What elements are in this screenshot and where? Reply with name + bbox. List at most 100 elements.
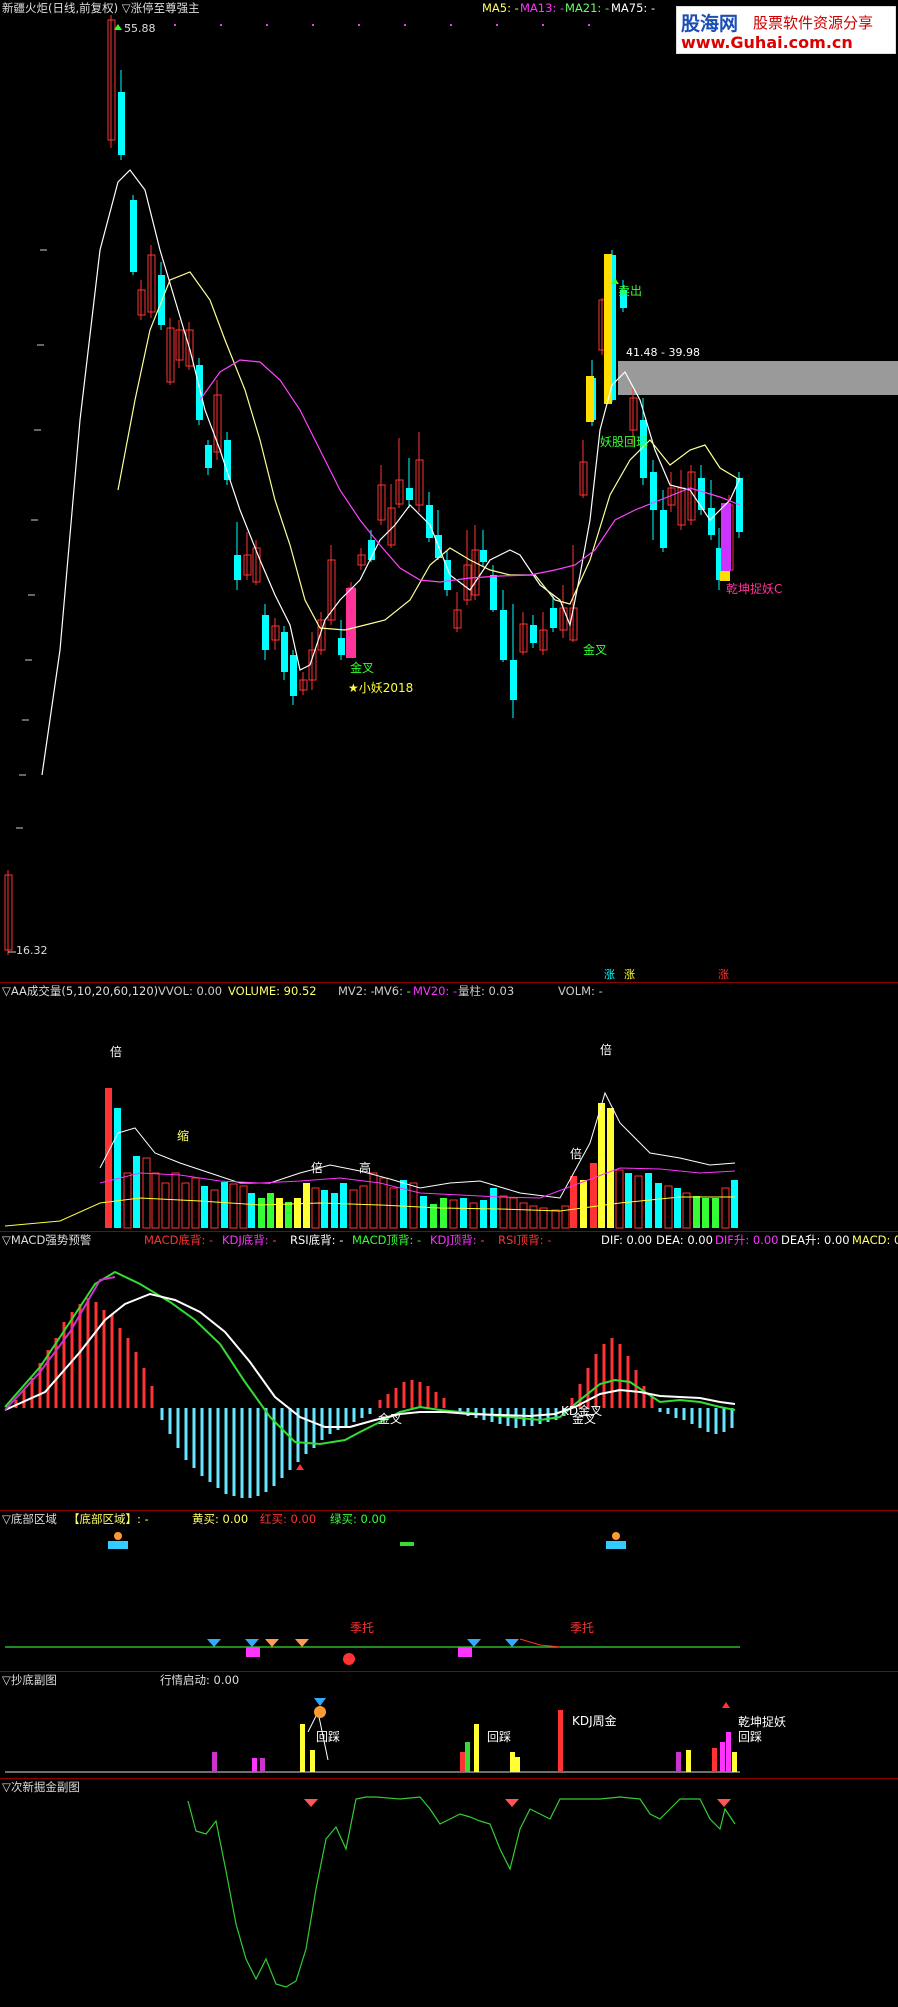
top-marker xyxy=(266,24,268,26)
sell-signal: 卖出 xyxy=(618,284,643,298)
candle-body-down xyxy=(500,610,507,660)
cixin-panel[interactable]: ▽次新掘金副图 xyxy=(0,1778,898,2007)
bottom-signal-2-head xyxy=(612,1532,620,1540)
huicai-label-3: 回踩 xyxy=(738,1730,763,1744)
volume-bar-up xyxy=(499,1195,508,1229)
volume-bar-up xyxy=(519,1202,528,1229)
volume-bar xyxy=(731,1180,738,1228)
macd-top-div-label: MACD顶背: - xyxy=(352,1233,422,1247)
volume-value-label: VOLUME: 90.52 xyxy=(228,984,317,998)
diamond-icon xyxy=(295,1639,309,1647)
kdj-top-div-label: KDJ顶背: - xyxy=(430,1233,485,1247)
bottom-zone-panel[interactable]: ▽底部区域 【底部区域】: - 黄买: 0.00 红买: 0.00 绿买: 0.… xyxy=(0,1510,898,1672)
mv20-label: MV20: - xyxy=(413,984,458,998)
volume-bar xyxy=(267,1193,274,1228)
volume-bar-up xyxy=(369,1172,378,1229)
volume-bar xyxy=(321,1190,328,1228)
huicai-label-1: 回踩 xyxy=(316,1730,341,1744)
highlight-candle-yellow-1 xyxy=(586,376,594,422)
chaodi-title: ▽抄底副图 xyxy=(2,1673,57,1687)
volume-bar xyxy=(340,1183,347,1228)
volume-bar-up xyxy=(469,1202,478,1229)
volume-bar xyxy=(400,1180,407,1228)
volume-bar-up xyxy=(210,1189,219,1229)
top-marker xyxy=(174,24,176,26)
top-marker xyxy=(542,24,544,26)
cixin-diamond-icon xyxy=(304,1799,318,1807)
volume-bar-up xyxy=(311,1187,320,1229)
main-chart-panel[interactable]: 新疆火炬(日线,前复权) ▽涨停至尊强主 MA5: - MA13: - MA21… xyxy=(0,0,898,982)
macd-chart[interactable] xyxy=(0,1232,898,1511)
chaodi-panel[interactable]: ▽抄底副图 行情启动: 0.00 回踩 回踩 KDJ周金 乾坤捉妖 回踩 xyxy=(0,1671,898,1779)
high-price-label: 55.88 xyxy=(124,22,156,35)
golden-cross-label-1: 金叉 xyxy=(350,661,375,675)
chaodi-bar xyxy=(676,1752,681,1772)
cixin-line xyxy=(187,1796,736,1988)
golden-cross-label-2: 金叉 xyxy=(583,643,608,657)
candle-body-down xyxy=(510,660,517,700)
macd-dif-green xyxy=(4,1270,736,1446)
volume-bar xyxy=(114,1108,121,1228)
volume-bar-up xyxy=(239,1185,248,1229)
macd-panel[interactable]: ▽MACD强势预警 MACD底背: - KDJ底背: - RSI底背: - MA… xyxy=(0,1231,898,1511)
volume-bar xyxy=(693,1196,700,1228)
candle-body-down xyxy=(338,638,345,655)
volume-bar xyxy=(598,1103,605,1228)
watermark-slogan: 股票软件资源分享 xyxy=(753,14,874,32)
rsi-bottom-div-label: RSI底背: - xyxy=(290,1233,344,1247)
volume-bar-up xyxy=(449,1199,458,1229)
volume-bar-up xyxy=(229,1183,238,1229)
chaodi-bar xyxy=(260,1758,265,1772)
volume-bar-up xyxy=(379,1177,388,1229)
bottom-zone-chart[interactable] xyxy=(0,1511,898,1672)
volume-bar-up xyxy=(349,1189,358,1229)
volume-chart[interactable] xyxy=(0,983,898,1232)
dea-up-label: DEA升: 0.00 xyxy=(781,1233,850,1247)
macd-title: ▽MACD强势预警 xyxy=(2,1233,92,1247)
volume-bar xyxy=(285,1202,292,1228)
cixin-diamond-icon xyxy=(505,1799,519,1807)
volume-bar-up xyxy=(359,1185,368,1229)
volume-bar xyxy=(490,1188,497,1228)
chaodi-bar xyxy=(212,1752,217,1772)
yellow-buy-label: 黄买: 0.00 xyxy=(192,1512,249,1526)
mv2-label: MV2: - xyxy=(338,984,375,998)
candle-body-down xyxy=(650,472,657,510)
vol-mark-bei-4: 倍 xyxy=(570,1147,583,1161)
diamond-icon xyxy=(207,1639,221,1647)
macd-bottom-div-label: MACD底背: - xyxy=(144,1233,214,1247)
vvol-label: VVOL: 0.00 xyxy=(158,984,223,998)
volume-panel[interactable]: ▽AA成交量(5,10,20,60,120) VVOL: 0.00 VOLUME… xyxy=(0,982,898,1232)
volume-bar xyxy=(420,1196,427,1228)
yaogu-label: 妖股回现 xyxy=(600,435,649,449)
chaodi-bar xyxy=(465,1742,470,1772)
chaodi-bar xyxy=(252,1758,257,1772)
chaodi-bar xyxy=(510,1752,515,1772)
volume-bar xyxy=(674,1188,681,1228)
candlestick-chart[interactable] xyxy=(0,0,898,982)
volume-bar-up xyxy=(161,1182,170,1229)
candle-body-down xyxy=(698,478,705,510)
ma13-label: MA13: - xyxy=(520,1,565,15)
cixin-chart[interactable] xyxy=(0,1779,898,2007)
bottom-signal-1-head xyxy=(114,1532,122,1540)
volume-bar xyxy=(248,1193,255,1228)
volume-bar-up xyxy=(409,1182,418,1229)
macd-dea-white xyxy=(4,1292,736,1428)
chaodi-bar xyxy=(310,1750,315,1772)
volume-bar xyxy=(221,1182,228,1228)
chaodi-bar xyxy=(720,1742,725,1772)
candle-body-down xyxy=(118,92,125,155)
macd-cross-label-2: 金叉 xyxy=(572,1412,597,1426)
cixin-title: ▽次新掘金副图 xyxy=(2,1780,80,1794)
candle-body-down xyxy=(281,632,288,672)
rsi-top-div-label: RSI顶背: - xyxy=(498,1233,552,1247)
main-title: 新疆火炬(日线,前复权) ▽涨停至尊强主 xyxy=(2,1,200,15)
bottom-red-curve xyxy=(519,1638,561,1648)
chaodi-bar xyxy=(300,1724,305,1772)
volume-bar-up xyxy=(529,1205,538,1229)
rise-marker-1: 涨 xyxy=(604,968,615,981)
diamond-icon xyxy=(245,1639,259,1647)
chaodi-bar xyxy=(726,1732,731,1772)
volume-bar xyxy=(331,1193,338,1228)
